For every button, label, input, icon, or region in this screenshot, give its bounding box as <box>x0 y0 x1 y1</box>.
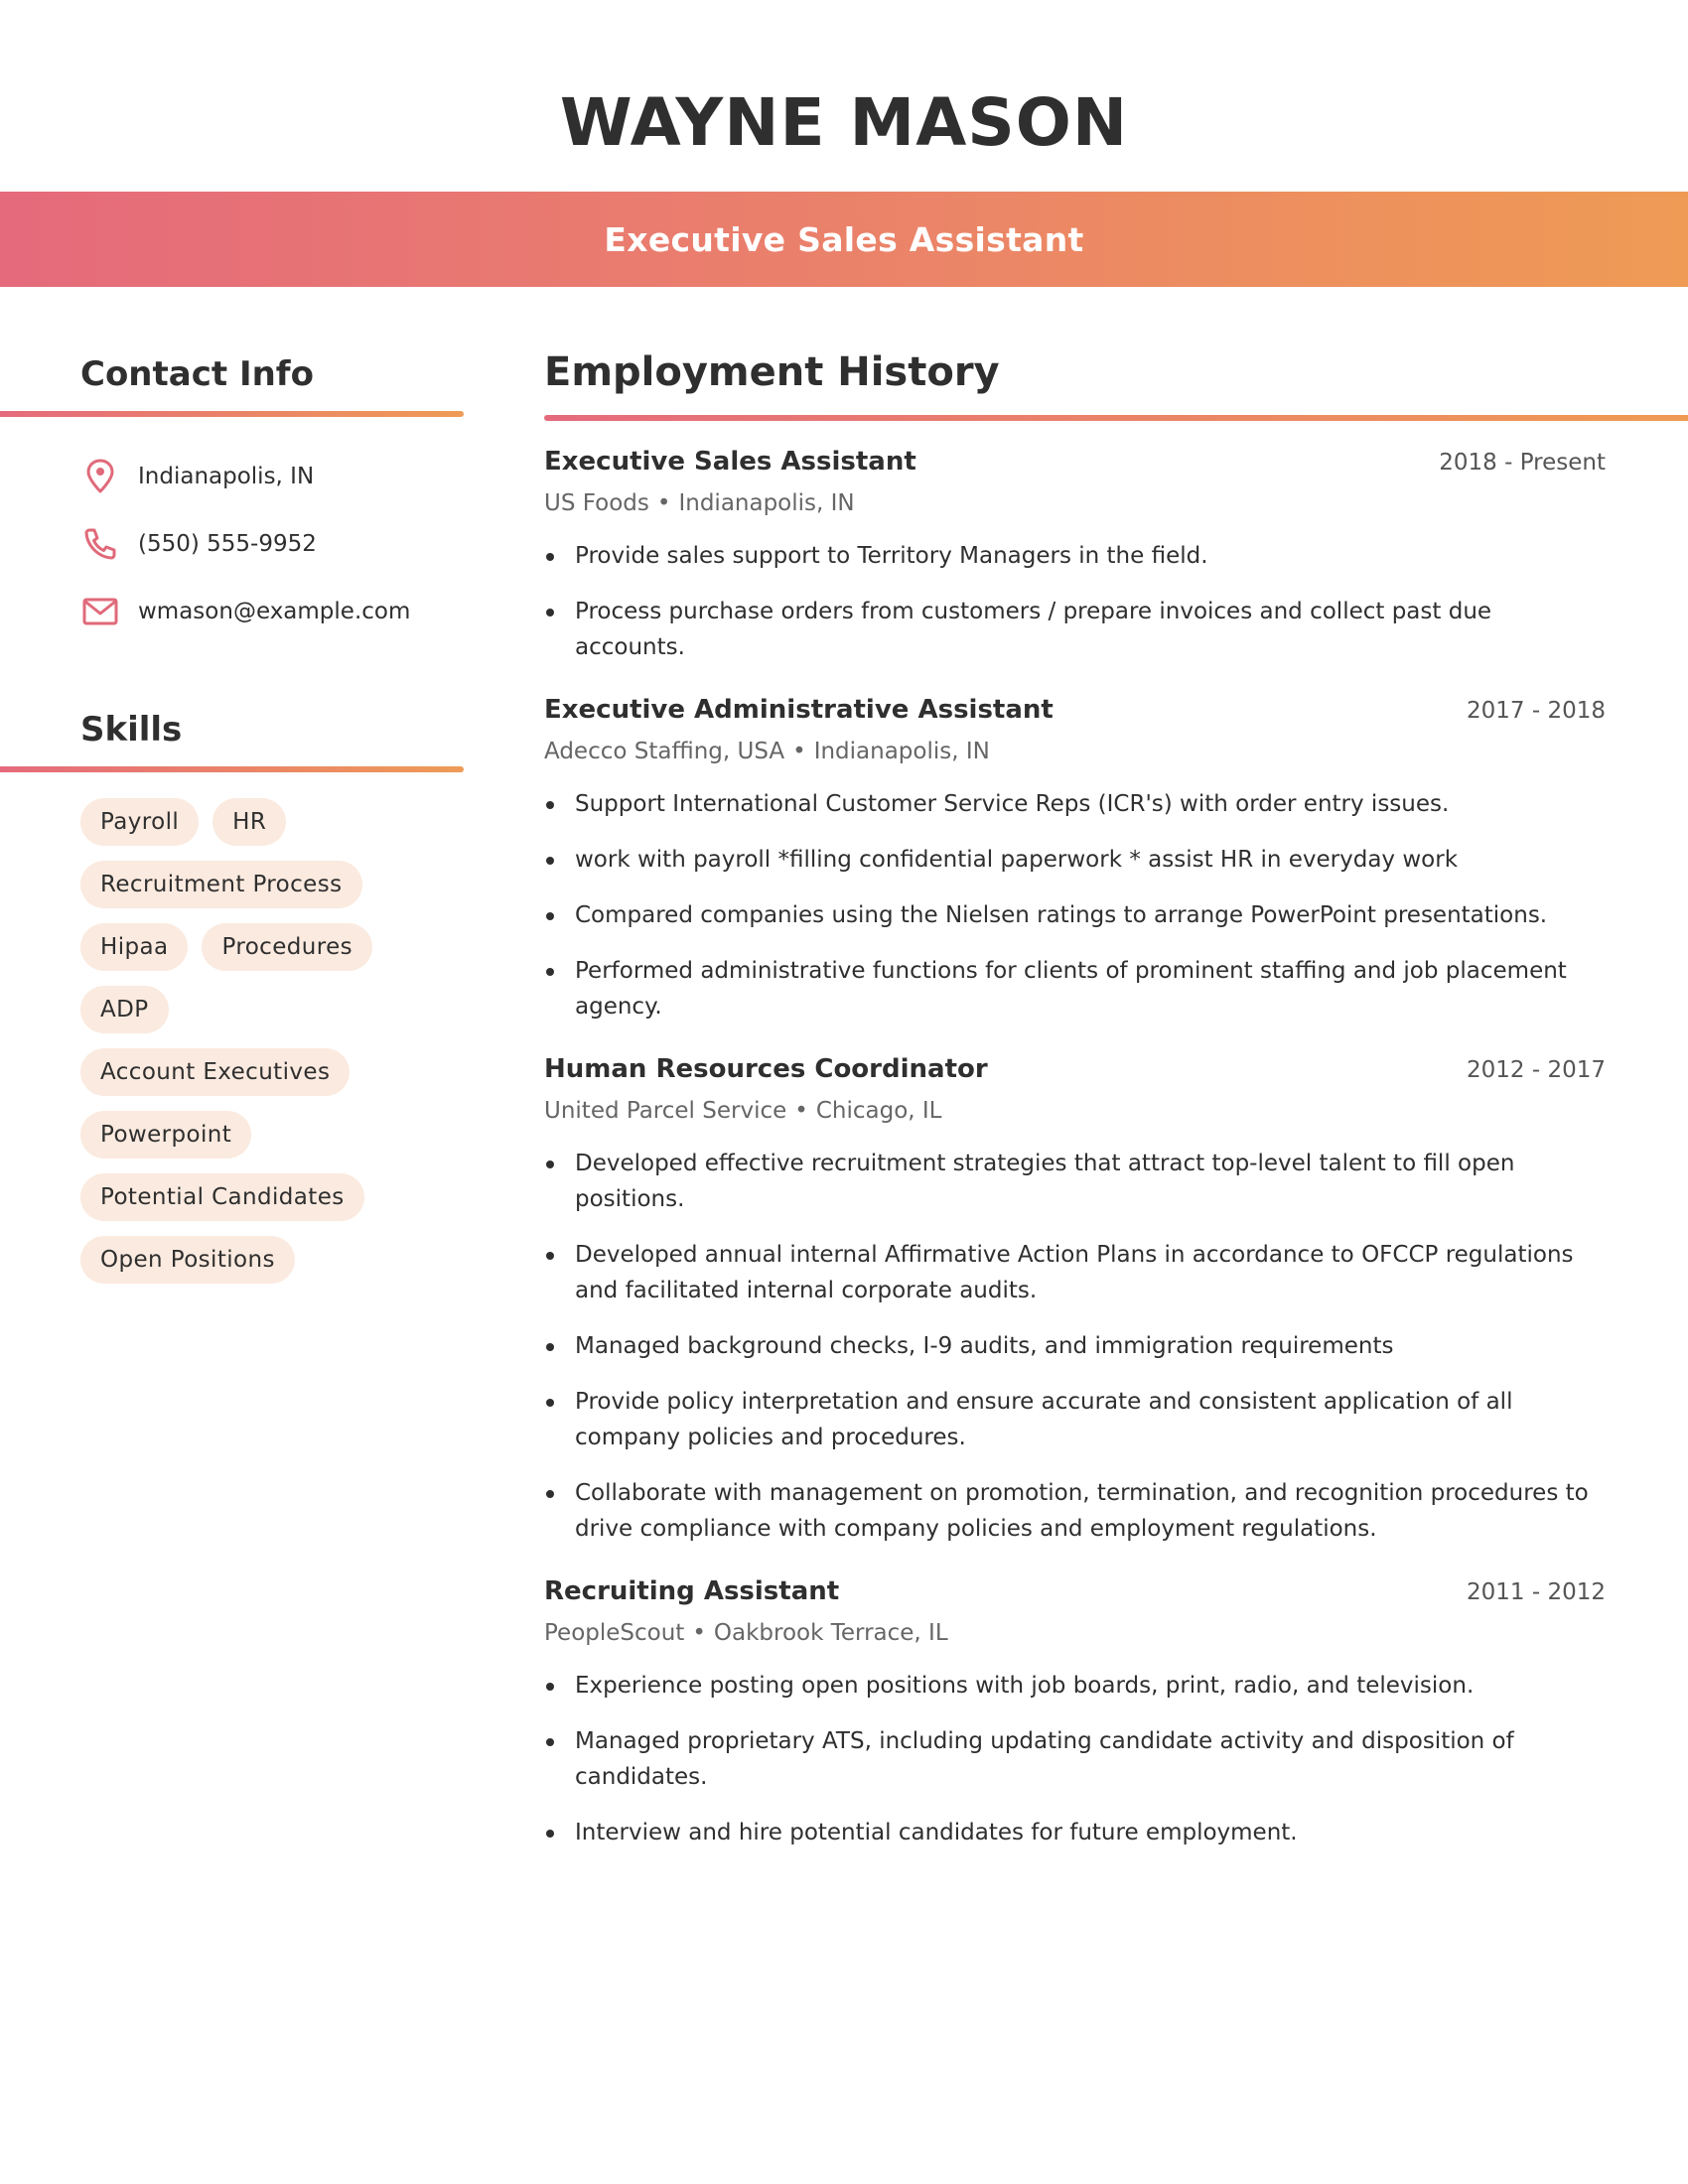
job-dates: 2018 - Present <box>1439 450 1606 476</box>
skills-list: Payroll HR Recruitment Process Hipaa Pro… <box>0 772 437 1284</box>
skill-chip: ADP <box>80 986 169 1033</box>
job-bullet: Developed effective recruitment strategi… <box>544 1146 1606 1217</box>
contact-item-location: Indianapolis, IN <box>80 443 464 510</box>
job-location: Indianapolis, IN <box>813 739 990 764</box>
job-dates: 2011 - 2012 <box>1467 1579 1606 1605</box>
contact-item-email: wmason@example.com <box>80 578 464 645</box>
job-bullet: work with payroll *filling confidential … <box>544 842 1606 878</box>
contact-email-text[interactable]: wmason@example.com <box>138 599 410 624</box>
job-entry: Executive Administrative Assistant 2017 … <box>544 695 1606 1024</box>
mail-icon <box>80 592 120 631</box>
job-company: Adecco Staffing, USA <box>544 739 785 764</box>
job-entry: Recruiting Assistant 2011 - 2012 PeopleS… <box>544 1576 1606 1850</box>
contact-section-title: Contact Info <box>80 354 314 394</box>
job-title: Executive Administrative Assistant <box>544 695 1054 725</box>
meta-separator: • <box>792 739 806 764</box>
job-bullet: Interview and hire potential candidates … <box>544 1815 1606 1850</box>
job-header: Recruiting Assistant 2011 - 2012 <box>544 1576 1606 1614</box>
job-dates: 2017 - 2018 <box>1467 698 1606 724</box>
job-title: Human Resources Coordinator <box>544 1054 988 1084</box>
job-location: Indianapolis, IN <box>678 490 855 516</box>
contact-location-text: Indianapolis, IN <box>138 464 315 489</box>
candidate-name: WAYNE MASON <box>559 84 1129 161</box>
skills-section: Skills Payroll HR Recruitment Process Hi… <box>0 693 464 1284</box>
job-header: Human Resources Coordinator 2012 - 2017 <box>544 1054 1606 1092</box>
job-company: US Foods <box>544 490 649 516</box>
job-bullets: Developed effective recruitment strategi… <box>544 1130 1606 1547</box>
skill-chip: Procedures <box>202 923 373 971</box>
job-bullet: Support International Customer Service R… <box>544 786 1606 822</box>
meta-separator: • <box>656 490 671 516</box>
job-location: Chicago, IL <box>815 1098 942 1124</box>
skill-chip: HR <box>212 798 287 846</box>
job-title: Recruiting Assistant <box>544 1576 840 1606</box>
meta-separator: • <box>692 1620 706 1646</box>
skill-chip: Potential Candidates <box>80 1173 364 1221</box>
employment-section-title: Employment History <box>544 349 1000 395</box>
job-location: Oakbrook Terrace, IL <box>713 1620 948 1646</box>
job-entry: Human Resources Coordinator 2012 - 2017 … <box>544 1054 1606 1547</box>
contact-item-phone: (550) 555-9952 <box>80 510 464 578</box>
employment-list: Executive Sales Assistant 2018 - Present… <box>544 421 1606 1850</box>
job-bullet: Performed administrative functions for c… <box>544 953 1606 1024</box>
job-bullet: Managed background checks, I-9 audits, a… <box>544 1328 1606 1364</box>
job-bullet: Provide sales support to Territory Manag… <box>544 538 1606 574</box>
skill-chip: Hipaa <box>80 923 189 971</box>
candidate-job-title: Executive Sales Assistant <box>604 219 1084 259</box>
job-bullets: Provide sales support to Territory Manag… <box>544 522 1606 665</box>
skill-chip: Recruitment Process <box>80 861 362 908</box>
meta-separator: • <box>794 1098 808 1124</box>
job-bullets: Experience posting open positions with j… <box>544 1652 1606 1850</box>
job-meta: United Parcel Service • Chicago, IL <box>544 1092 1606 1130</box>
job-meta: Adecco Staffing, USA • Indianapolis, IN <box>544 733 1606 770</box>
job-meta: US Foods • Indianapolis, IN <box>544 484 1606 522</box>
job-bullet: Collaborate with management on promotion… <box>544 1475 1606 1547</box>
job-bullet: Experience posting open positions with j… <box>544 1668 1606 1704</box>
skill-chip: Powerpoint <box>80 1111 252 1159</box>
contact-list: Indianapolis, IN (550) 555-9952 wmason@e… <box>0 417 464 645</box>
contact-phone-text[interactable]: (550) 555-9952 <box>138 531 317 557</box>
skill-chip: Payroll <box>80 798 200 846</box>
job-bullet: Compared companies using the Nielsen rat… <box>544 897 1606 933</box>
contact-section: Contact Info Indianapolis, IN (550) 555-… <box>0 338 464 645</box>
job-company: PeopleScout <box>544 1620 685 1646</box>
job-header: Executive Administrative Assistant 2017 … <box>544 695 1606 733</box>
job-entry: Executive Sales Assistant 2018 - Present… <box>544 447 1606 665</box>
skills-section-title: Skills <box>80 710 183 750</box>
job-header: Executive Sales Assistant 2018 - Present <box>544 447 1606 484</box>
job-bullet: Developed annual internal Affirmative Ac… <box>544 1237 1606 1308</box>
job-bullet: Process purchase orders from customers /… <box>544 594 1606 665</box>
skill-chip: Open Positions <box>80 1236 295 1284</box>
right-column: Employment History Executive Sales Assis… <box>544 338 1688 1880</box>
job-dates: 2012 - 2017 <box>1467 1057 1606 1083</box>
phone-icon <box>80 524 120 564</box>
job-bullet: Provide policy interpretation and ensure… <box>544 1384 1606 1455</box>
title-banner: Executive Sales Assistant <box>0 192 1688 287</box>
job-bullet: Managed proprietary ATS, including updat… <box>544 1723 1606 1795</box>
job-bullets: Support International Customer Service R… <box>544 770 1606 1024</box>
map-pin-icon <box>80 457 120 496</box>
left-column: Contact Info Indianapolis, IN (550) 555-… <box>0 338 464 1284</box>
job-meta: PeopleScout • Oakbrook Terrace, IL <box>544 1614 1606 1652</box>
job-title: Executive Sales Assistant <box>544 447 916 477</box>
job-company: United Parcel Service <box>544 1098 787 1124</box>
skill-chip: Account Executives <box>80 1048 351 1096</box>
